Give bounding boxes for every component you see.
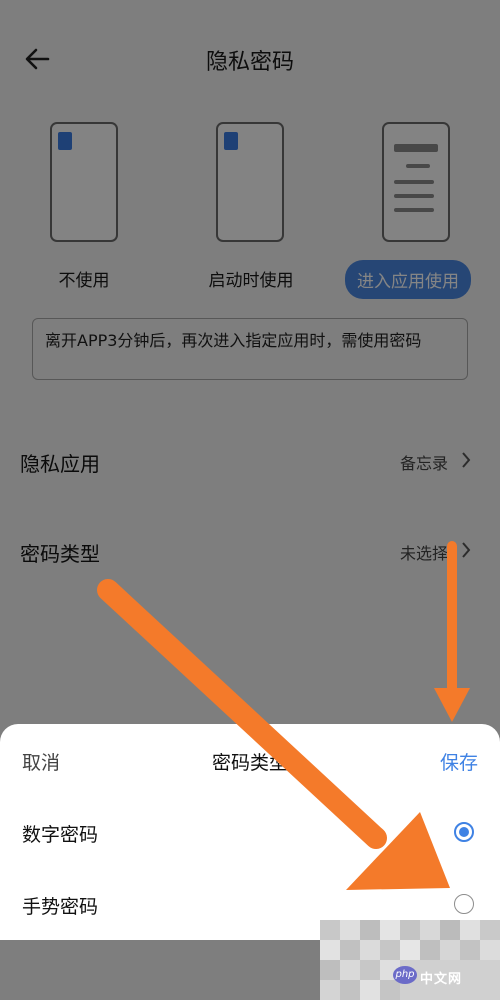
save-button[interactable]: 保存 xyxy=(440,748,478,775)
sheet-title: 密码类型 xyxy=(211,752,288,774)
option-label: 手势密码 xyxy=(22,896,99,918)
radio-checked-icon[interactable] xyxy=(454,822,474,842)
watermark-mosaic xyxy=(320,920,500,1000)
watermark-text: 中文网 xyxy=(420,972,463,987)
radio-unchecked-icon[interactable] xyxy=(454,894,474,914)
php-logo-badge: php xyxy=(393,966,417,984)
option-label: 数字密码 xyxy=(22,824,99,846)
option-numeric-password[interactable]: 数字密码 xyxy=(0,808,500,858)
password-type-sheet: 取消 密码类型 保存 数字密码 手势密码 xyxy=(0,724,500,940)
